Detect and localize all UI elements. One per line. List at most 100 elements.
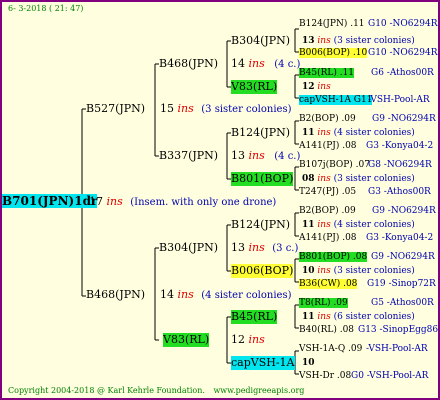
num: 13 <box>231 149 245 162</box>
g1-info: 15 ins (3 sister colonies) <box>160 102 291 117</box>
g4-tail: G5 -Athos00R <box>371 298 434 308</box>
g4-queen[interactable]: B006(BOP) .10 <box>299 47 368 59</box>
pedigree-frame: 6- 3-2018 ( 21: 47) B701(JPN)1dr 17 ins … <box>0 0 440 400</box>
g2-queen[interactable]: B337(JPN) <box>159 149 218 163</box>
ins: ins <box>317 36 331 46</box>
ins: ins <box>317 174 331 184</box>
g3-queen[interactable]: B801(BOP) <box>231 172 294 186</box>
name: B2(BOP) .09 <box>299 114 356 124</box>
name: B801(BOP) .08 <box>299 252 368 262</box>
g3-info: 11 ins (4 sister colonies) <box>302 127 415 139</box>
note: (3 sister colonies) <box>201 104 292 115</box>
g4-tail: G19 -Sinop72R <box>367 279 436 289</box>
g3-queen[interactable]: B304(JPN) <box>231 34 290 48</box>
g3-queen[interactable]: B006(BOP) <box>231 264 294 278</box>
g4-queen[interactable]: T8(RL) .09 <box>299 297 348 309</box>
g4-queen[interactable]: capVSH-1A G11 <box>299 94 373 106</box>
g4-tail: G3 -Konya04-2 <box>366 141 434 151</box>
g4-queen[interactable]: B45(RL) .11 <box>299 67 355 79</box>
g4-queen[interactable]: A141(PJ) .08 <box>299 232 357 244</box>
note: (4 c.) <box>274 151 301 162</box>
num: 10 <box>302 266 315 276</box>
name: B2(BOP) .09 <box>299 206 356 216</box>
g3-queen[interactable]: B124(JPN) <box>231 218 290 232</box>
g3-info: 10 ins (3 sister colonies) <box>302 265 415 277</box>
num: 08 <box>302 174 315 184</box>
name: VSH-Dr .08 <box>299 371 352 381</box>
g4-tail: G10 -NO6294R <box>368 48 438 58</box>
note: (4 sister colonies) <box>333 220 415 230</box>
g4-queen[interactable]: VSH-1A-Q .09 <box>299 343 362 355</box>
g3-info: 11 ins (6 sister colonies) <box>302 311 415 323</box>
g4-queen[interactable]: B2(BOP) .09 <box>299 205 356 217</box>
queen-name: B527(JPN) <box>86 102 146 115</box>
site-link[interactable]: www.pedigreeapis.org <box>213 386 304 395</box>
g3-info: 10 <box>302 357 315 369</box>
g1-queen[interactable]: B468(JPN) <box>86 288 145 302</box>
g3-queen[interactable]: B124(JPN) <box>231 126 290 140</box>
ins: ins <box>248 57 265 70</box>
name: T8(RL) .09 <box>299 298 348 308</box>
num: 10 <box>302 358 315 368</box>
g4-tail: G3 -Konya04-2 <box>366 233 434 243</box>
g4-queen[interactable]: A141(PJ) .08 <box>299 140 357 152</box>
g1-info: 14 ins (4 sister colonies) <box>160 288 291 303</box>
g3-queen[interactable]: B45(RL) <box>231 310 278 324</box>
ins: ins <box>317 266 331 276</box>
g3-info: 13 ins (3 sister colonies) <box>302 35 415 47</box>
g4-queen[interactable]: B124(JPN) .11 <box>299 18 365 30</box>
name: B124(JPN) .11 <box>299 19 365 29</box>
num: 11 <box>302 128 315 138</box>
g3-queen[interactable]: capVSH-1A <box>231 356 295 370</box>
g4-queen[interactable]: B107j(BOP) .07 <box>299 159 370 171</box>
note: (3 c.) <box>272 243 299 254</box>
root-info: 17 ins (Insem. with only one drone) <box>89 195 276 210</box>
g3-queen[interactable]: V83(RL) <box>231 80 278 94</box>
num: 12 <box>231 333 245 346</box>
g4-tail: G8 -NO6294R <box>368 160 432 170</box>
date-stamp: 6- 3-2018 ( 21: 47) <box>8 4 84 13</box>
g4-queen[interactable]: B2(BOP) .09 <box>299 113 356 125</box>
queen-name: B468(JPN) <box>86 288 146 301</box>
note: (3 sister colonies) <box>333 174 415 184</box>
g3-info: 12 ins <box>302 81 331 93</box>
ins: ins <box>317 312 331 322</box>
num: 14 <box>231 57 245 70</box>
name: B107j(BOP) .07 <box>299 160 370 170</box>
ins: ins <box>317 220 331 230</box>
name: B006(BOP) .10 <box>299 48 368 58</box>
g4-queen[interactable]: B40(RL) .08 <box>299 324 354 336</box>
g2-queen[interactable]: B304(JPN) <box>159 241 218 255</box>
g3-info: 08 ins (3 sister colonies) <box>302 173 415 185</box>
g2-info: 12 ins <box>231 333 265 347</box>
note: (4 sister colonies) <box>201 290 292 301</box>
ins: ins <box>317 82 331 92</box>
g2-info: 13 ins (4 c.) <box>231 149 300 164</box>
note: (3 sister colonies) <box>333 36 415 46</box>
num: 11 <box>302 220 315 230</box>
g4-tail: -VSH-Pool-AR <box>366 344 428 354</box>
ins: ins <box>248 149 265 162</box>
g4-tail: G10 -NO6294R <box>368 19 438 29</box>
g4-queen[interactable]: VSH-Dr .08 <box>299 370 351 382</box>
root-num: 17 <box>89 195 103 208</box>
name: B40(RL) .08 <box>299 325 355 335</box>
ins: ins <box>248 241 265 254</box>
g1-queen[interactable]: B527(JPN) <box>86 102 145 116</box>
name: capVSH-1A G11 <box>299 95 373 105</box>
g4-tail: G13 -SinopEgg86R <box>358 325 440 335</box>
ins: ins <box>177 288 194 301</box>
g4-queen[interactable]: T247(PJ) .05 <box>299 186 356 198</box>
copyright: Copyright 2004-2018 @ Karl Kehrle Founda… <box>8 386 205 395</box>
g4-tail: G6 -Athos00R <box>371 68 434 78</box>
footer: Copyright 2004-2018 @ Karl Kehrle Founda… <box>8 385 304 396</box>
ins: ins <box>248 333 265 346</box>
g4-queen[interactable]: B36(CW) .08 <box>299 278 358 290</box>
name: VSH-1A-Q .09 <box>299 344 363 354</box>
ins: ins <box>177 102 194 115</box>
g2-queen[interactable]: V83(RL) <box>163 333 210 347</box>
g2-queen[interactable]: B468(JPN) <box>159 57 218 71</box>
name: A141(PJ) .08 <box>299 141 357 151</box>
g4-queen[interactable]: B801(BOP) .08 <box>299 251 368 263</box>
root-queen[interactable]: B701(JPN)1dr <box>2 194 98 208</box>
